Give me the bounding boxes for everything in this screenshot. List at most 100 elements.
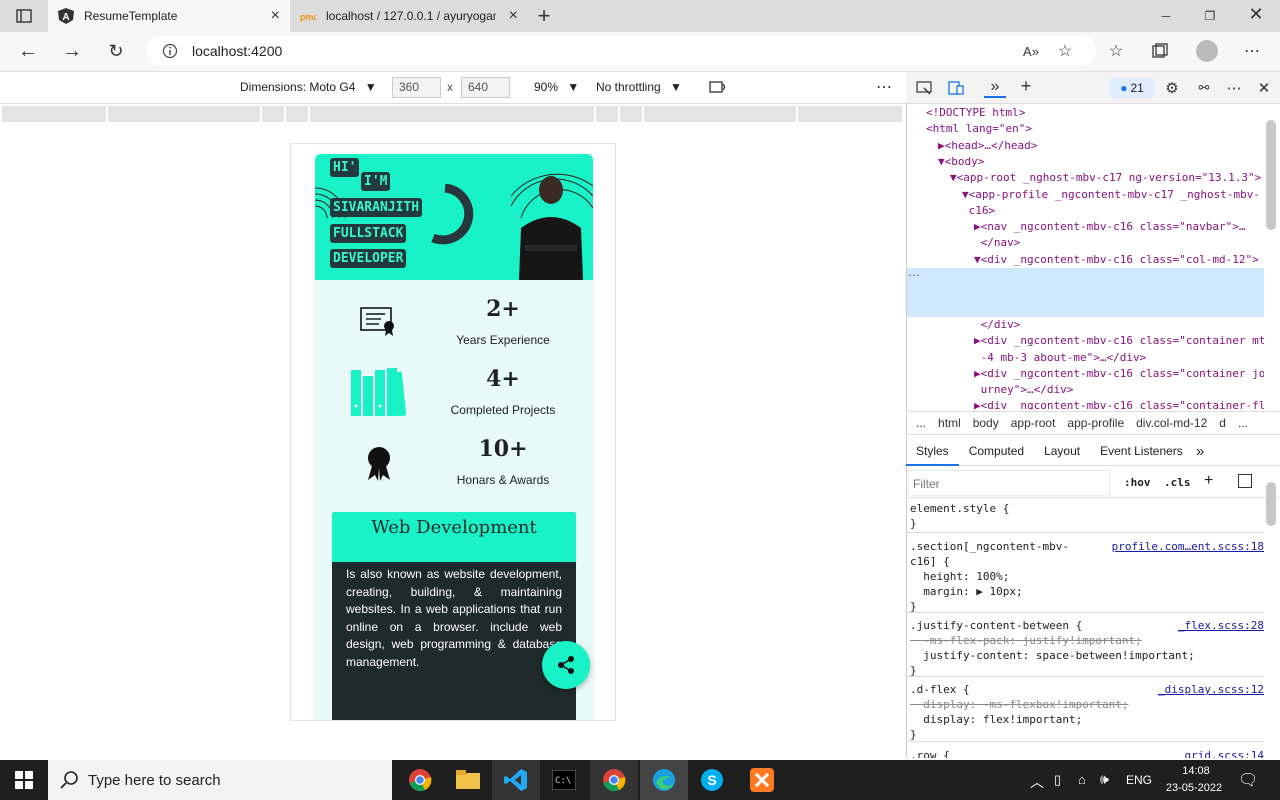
source-link[interactable]: _grid.scss:14 [1178, 749, 1264, 758]
connected-devices-icon[interactable]: ⚯ [1194, 78, 1214, 98]
close-devtools-icon[interactable]: ✕ [1254, 78, 1274, 98]
settings-more-icon[interactable]: ⋯ [1240, 40, 1264, 62]
windows-start-icon[interactable] [0, 760, 48, 800]
breadcrumb-item[interactable]: ... [916, 416, 926, 430]
new-tab-icon[interactable]: + [532, 3, 556, 28]
language-indicator[interactable]: ENG [1126, 773, 1152, 787]
breadcrumb-item[interactable]: app-profile [1067, 416, 1124, 430]
styles-scrollbar[interactable] [1266, 482, 1276, 526]
styles-tab[interactable]: Computed [959, 444, 1034, 458]
refresh-icon[interactable]: ↻ [104, 40, 128, 62]
dom-node-line[interactable]: <html lang="en"> [926, 121, 1032, 137]
source-link[interactable]: profile.com…ent.scss:18 [1112, 540, 1264, 553]
dom-node-line[interactable]: c16> [962, 203, 996, 219]
gear-icon[interactable]: ⚙ [1162, 78, 1182, 98]
notifications-icon[interactable]: 🗨 [1238, 770, 1258, 790]
share-button[interactable] [542, 641, 590, 689]
ruler-segment[interactable] [108, 106, 260, 122]
media-query-ruler[interactable] [2, 106, 902, 122]
dom-node-line[interactable]: ▶<div _ngcontent-mbv-c16 class="containe… [974, 366, 1264, 382]
css-rule-line[interactable]: c16] { [910, 554, 950, 569]
css-rule-line[interactable]: justify-content: space-between!important… [910, 648, 1195, 663]
site-info-icon[interactable] [160, 42, 180, 60]
zoom-select[interactable]: 90% ▼ [534, 80, 579, 94]
dom-node-line[interactable]: ▶<nav _ngcontent-mbv-c16 class="navbar">… [974, 219, 1246, 235]
css-rule-line[interactable]: .section[_ngcontent-mbv- [910, 539, 1069, 554]
elements-tree[interactable]: <!DOCTYPE html> <html lang="en"> ▶<head>…<… [906, 104, 1264, 410]
favorites-icon[interactable]: ☆ [1104, 40, 1128, 62]
ruler-segment[interactable] [644, 106, 796, 122]
css-rule-line[interactable]: .justify-content-between { [910, 618, 1082, 633]
dom-node-line[interactable]: <!DOCTYPE html> [926, 105, 1025, 121]
tab-actions-icon[interactable] [12, 6, 36, 26]
css-rule-line[interactable]: } [910, 516, 917, 531]
close-tab-icon[interactable]: × [271, 7, 280, 25]
collections-icon[interactable] [1148, 40, 1172, 62]
read-aloud-icon[interactable]: A» [1020, 42, 1042, 60]
new-rule-icon[interactable]: + [1204, 472, 1213, 490]
volume-icon[interactable]: 🕪 [1100, 771, 1109, 788]
devtools-menu-icon[interactable]: ⋯ [1224, 78, 1244, 98]
restore-icon[interactable]: ❐ [1200, 6, 1220, 26]
rotate-icon[interactable] [708, 78, 728, 96]
filter-input[interactable]: Filter [908, 470, 1110, 496]
chrome-profile-icon[interactable] [590, 760, 638, 800]
node-menu-icon[interactable]: ⋯ [908, 268, 920, 282]
profile-avatar[interactable] [1196, 40, 1218, 62]
dom-node-line[interactable]: ▼<app-root _nghost-mbv-c17 ng-version="1… [950, 170, 1261, 186]
show-hidden-icons-icon[interactable]: ︿ [1030, 772, 1044, 792]
ruler-segment[interactable] [262, 106, 284, 122]
breadcrumb-item[interactable]: html [938, 416, 961, 430]
vscode-icon[interactable] [492, 760, 540, 800]
css-rule-line[interactable]: display: -ms-flexbox!important; [910, 697, 1128, 712]
elements-scrollbar[interactable] [1266, 120, 1276, 230]
dom-node-line[interactable]: ▼<app-profile _ngcontent-mbv-c17 _nghost… [962, 187, 1260, 203]
minimize-icon[interactable]: ─ [1156, 6, 1176, 26]
dom-node-line[interactable]: </nav> [974, 235, 1021, 251]
breadcrumb-item[interactable]: ... [1238, 416, 1248, 430]
styles-tab[interactable]: Styles [906, 436, 959, 466]
breadcrumb-item[interactable]: div.col-md-12 [1136, 416, 1207, 430]
device-icon[interactable]: ▯ [1054, 772, 1061, 788]
breadcrumb-item[interactable]: app-root [1011, 416, 1056, 430]
close-tab-icon[interactable]: × [509, 7, 518, 25]
file-explorer-icon[interactable] [444, 760, 492, 800]
width-input[interactable]: 360 [392, 77, 441, 98]
dom-node-line[interactable]: ▼<div _ngcontent-mbv-c16 class="col-md-1… [974, 252, 1259, 268]
chrome-icon[interactable] [396, 760, 444, 800]
device-toggle-icon[interactable] [946, 79, 966, 97]
taskbar-search[interactable]: Type here to search [48, 760, 392, 800]
breadcrumb-item[interactable]: d [1219, 416, 1226, 430]
breadcrumb-item[interactable]: body [973, 416, 999, 430]
dimensions-select[interactable]: Dimensions: Moto G4 ▼ [240, 80, 377, 94]
css-rule-line[interactable]: margin: ▶ 10px; [910, 584, 1022, 599]
throttling-select[interactable]: No throttling ▼ [596, 80, 682, 94]
add-panel-icon[interactable]: + [1016, 76, 1036, 96]
issues-badge[interactable]: ● 21 [1110, 78, 1154, 98]
window-close-icon[interactable]: ✕ [1246, 4, 1266, 24]
skype-icon[interactable]: S [688, 760, 736, 800]
terminal-icon[interactable]: C:\ [540, 760, 588, 800]
xampp-icon[interactable] [738, 760, 786, 800]
ruler-segment[interactable] [2, 106, 106, 122]
tab-resume-template[interactable]: A ResumeTemplate × [48, 0, 290, 32]
styles-pane[interactable]: element.style {} .section[_ngcontent-mbv-… [906, 500, 1264, 758]
source-link[interactable]: _flex.scss:28 [1178, 619, 1264, 632]
dom-node-line[interactable]: ▶<div _ngcontent-mbv-c16 class="containe… [974, 398, 1264, 410]
ruler-segment[interactable] [620, 106, 642, 122]
ruler-segment[interactable] [310, 106, 594, 122]
dom-node-line[interactable]: ▼<body> [938, 154, 984, 170]
css-rule-line[interactable]: -ms-flex-pack: justify!important; [910, 633, 1142, 648]
edge-icon[interactable] [640, 760, 688, 800]
more-tabs-icon[interactable]: » [1196, 443, 1204, 460]
dom-node-line[interactable]: ▶<div _ngcontent-mbv-c16 class="containe… [974, 333, 1264, 349]
css-rule-line[interactable]: .row { [910, 748, 950, 758]
css-rule-line[interactable]: height: 100%; [910, 569, 1009, 584]
css-rule-line[interactable]: display: flex!important; [910, 712, 1082, 727]
cls-toggle[interactable]: .cls [1164, 476, 1191, 489]
ruler-segment[interactable] [596, 106, 618, 122]
source-link[interactable]: _display.scss:12 [1158, 683, 1264, 696]
add-favorite-icon[interactable]: ☆ [1054, 42, 1076, 60]
inspect-icon[interactable] [914, 79, 934, 97]
styles-tab[interactable]: Layout [1034, 444, 1090, 458]
